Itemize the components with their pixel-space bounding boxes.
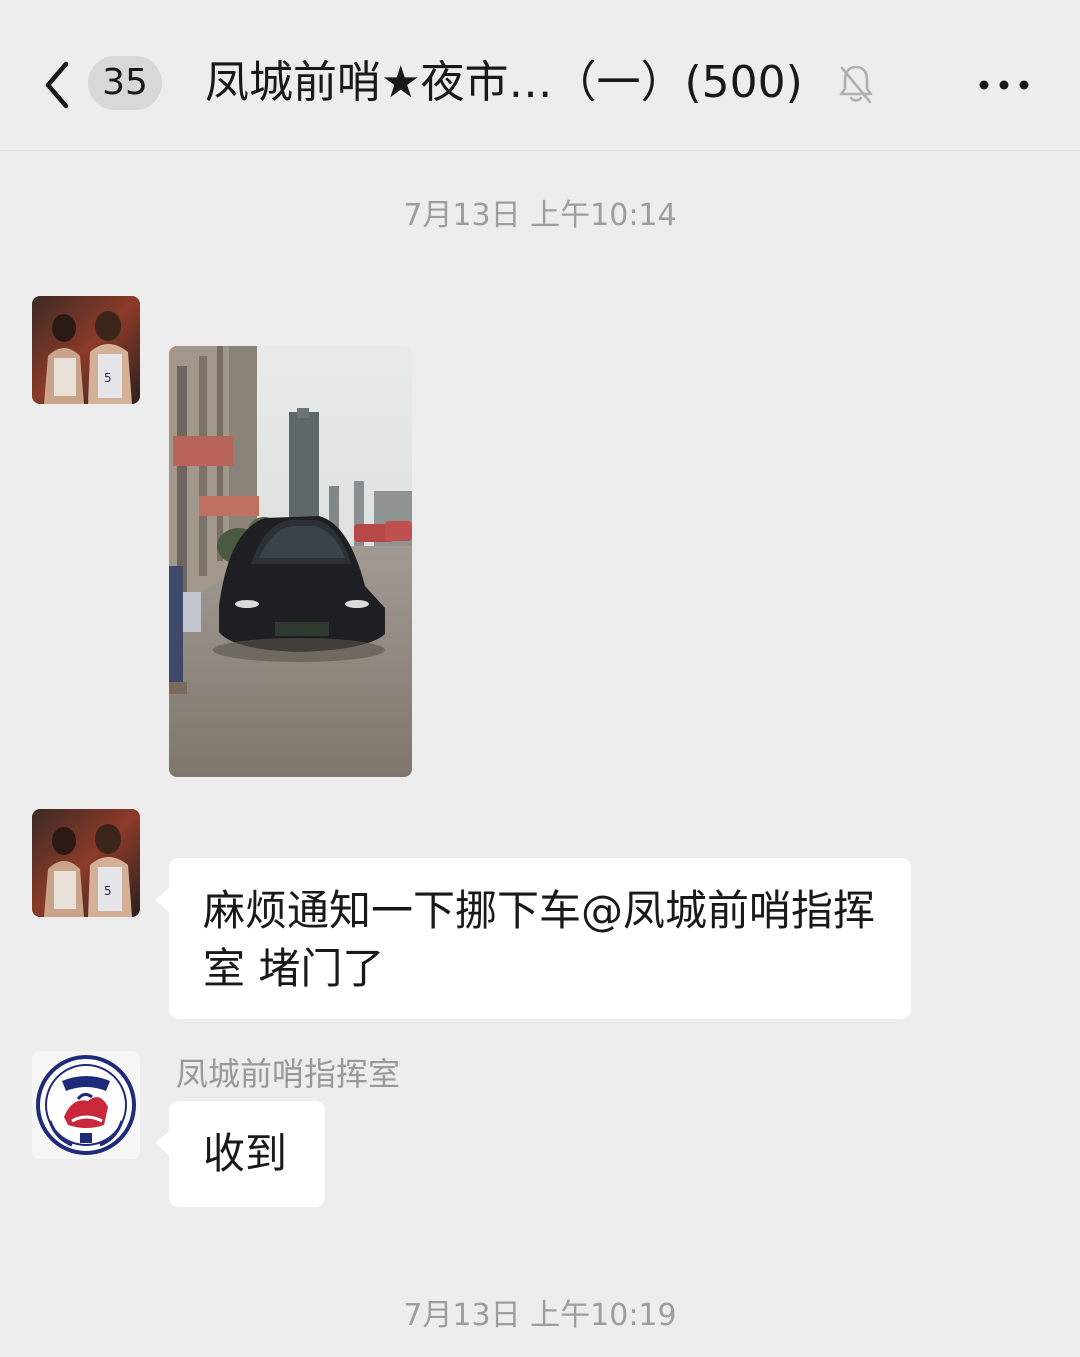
- photo-message[interactable]: [169, 346, 412, 777]
- text-message-bubble[interactable]: 收到: [155, 1101, 325, 1207]
- more-options-button[interactable]: [972, 60, 1036, 110]
- bell-off-icon: [836, 62, 876, 106]
- message-timestamp: 7月13日 上午10:14: [403, 198, 677, 233]
- svg-text:5: 5: [104, 371, 112, 385]
- more-dots-icon: [979, 80, 1029, 90]
- message-text: 麻烦通知一下挪下车@凤城前哨指挥室 堵门了: [203, 886, 876, 993]
- message-timestamp: 7月13日 上午10:19: [403, 1298, 677, 1333]
- svg-text:5: 5: [104, 884, 112, 898]
- chat-header: 35 凤城前哨★夜市…（一）(500): [0, 0, 1080, 151]
- back-button[interactable]: [36, 50, 86, 120]
- sender-avatar[interactable]: 5: [32, 296, 140, 404]
- sender-avatar[interactable]: [32, 1051, 140, 1159]
- sender-avatar[interactable]: 5: [32, 809, 140, 917]
- text-message-bubble[interactable]: 麻烦通知一下挪下车@凤城前哨指挥室 堵门了: [155, 858, 911, 1019]
- message-text: 收到: [203, 1129, 288, 1178]
- sender-name: 凤城前哨指挥室: [176, 1055, 401, 1093]
- chevron-left-icon: [45, 61, 69, 109]
- unread-count-badge[interactable]: 35: [88, 56, 162, 110]
- chat-screen: 35 凤城前哨★夜市…（一）(500) 7月13日 上午10:14 5 5 麻烦…: [0, 0, 1080, 1357]
- chat-title[interactable]: 凤城前哨★夜市…（一）(500): [205, 48, 803, 118]
